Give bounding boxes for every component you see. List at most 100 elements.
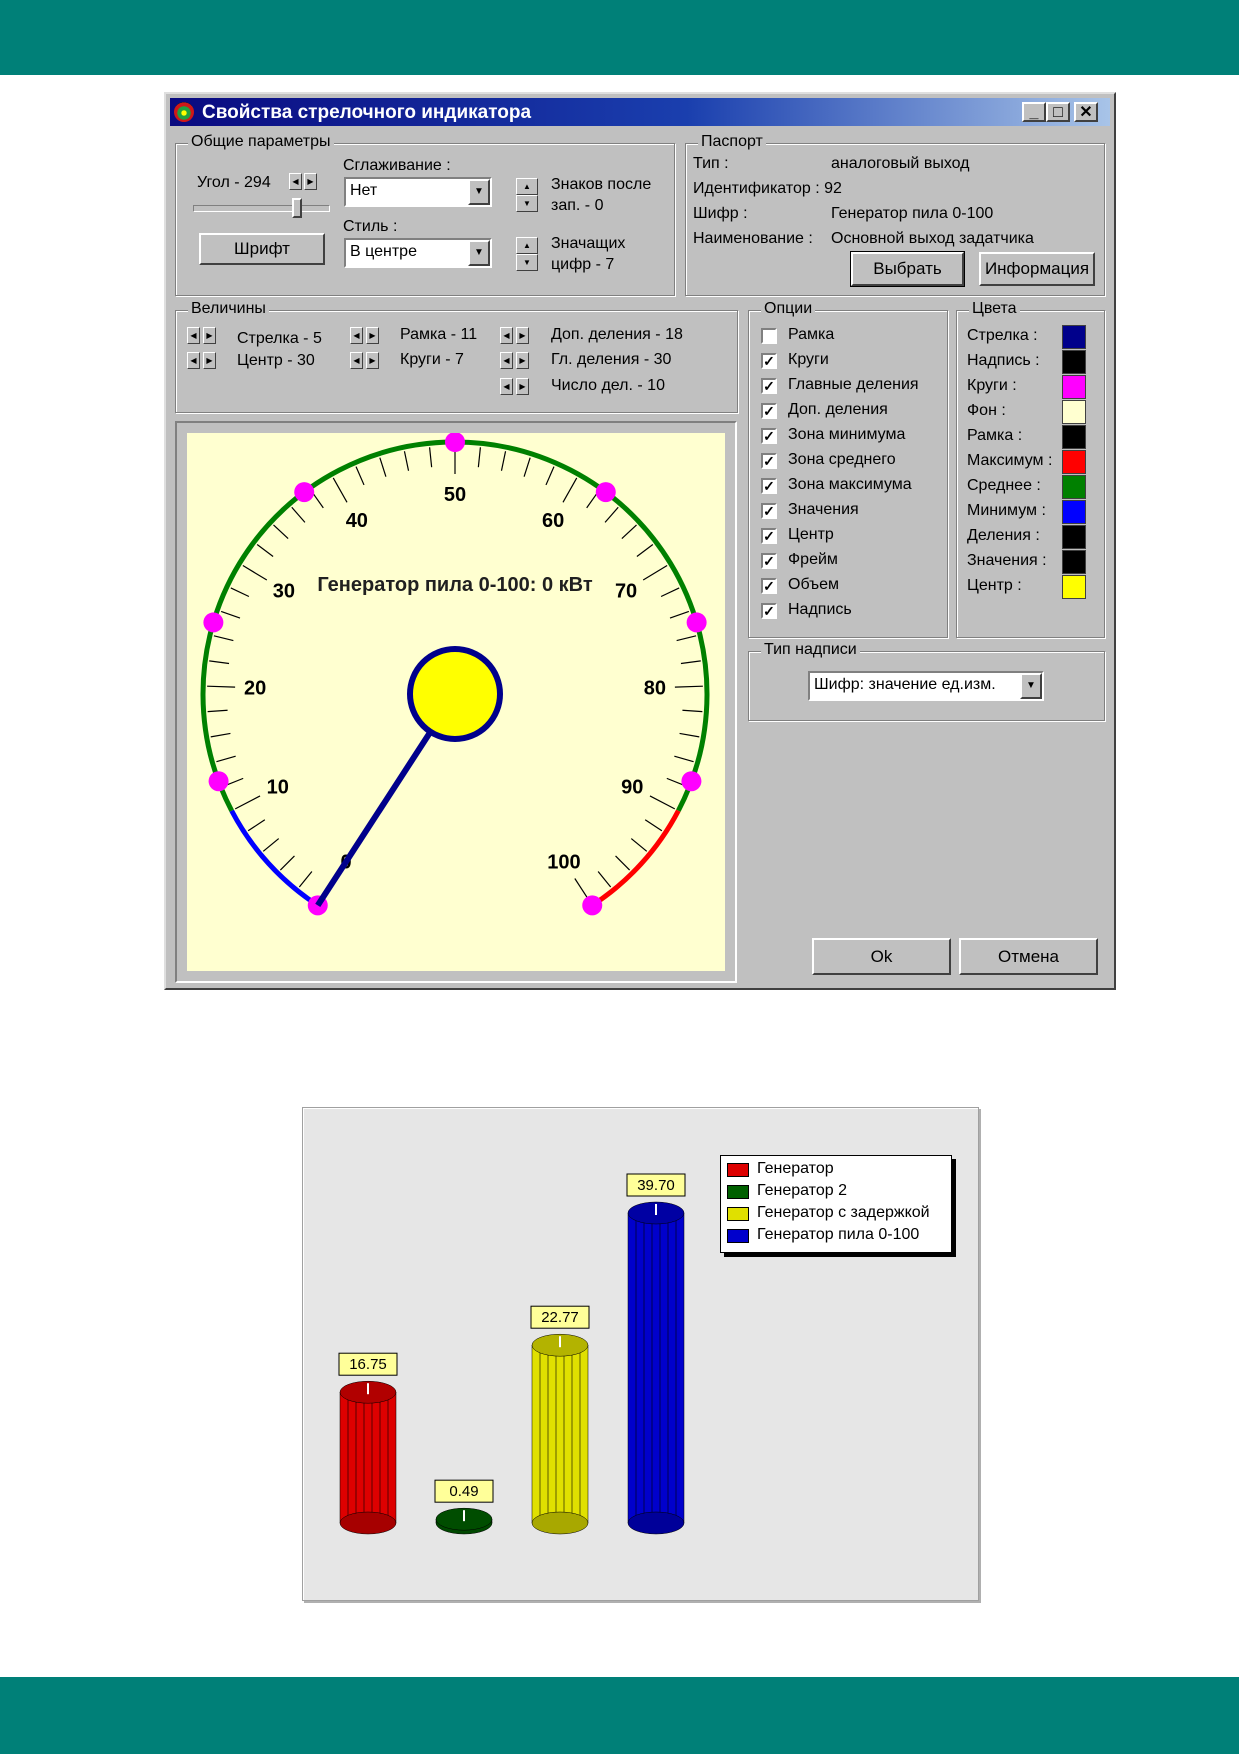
option-checkbox[interactable]: ✓	[761, 403, 777, 419]
name-value: Основной выход задатчика	[831, 230, 1034, 247]
option-checkbox[interactable]: ✓	[761, 528, 777, 544]
color-swatch[interactable]	[1062, 350, 1086, 374]
center-size-dec[interactable]: ◀	[187, 352, 200, 369]
angle-inc-button[interactable]: ▶	[304, 173, 317, 190]
legend-label: Генератор	[757, 1160, 834, 1177]
legend-swatch	[727, 1229, 749, 1243]
chevron-down-icon[interactable]: ▼	[468, 240, 490, 266]
ok-button[interactable]: Ok	[812, 938, 951, 975]
style-value: В центре	[350, 243, 417, 260]
color-swatch[interactable]	[1062, 525, 1086, 549]
chevron-down-icon[interactable]: ▼	[468, 179, 490, 205]
angle-slider-track[interactable]	[193, 205, 330, 212]
style-select[interactable]: В центре ▼	[344, 238, 492, 268]
option-checkbox[interactable]: ✓	[761, 503, 777, 519]
circles-size-label: Круги - 7	[400, 351, 464, 368]
gauge-tick-label: 90	[621, 777, 643, 799]
frame-size-inc[interactable]: ▶	[366, 327, 379, 344]
gauge-tick-label: 70	[615, 580, 637, 602]
close-button[interactable]: ✕	[1074, 102, 1098, 122]
color-swatch[interactable]	[1062, 450, 1086, 474]
gauge-tick-label: 100	[547, 852, 580, 874]
color-swatch[interactable]	[1062, 475, 1086, 499]
arrow-size-dec[interactable]: ◀	[187, 327, 200, 344]
gauge-circle-marker	[203, 612, 224, 633]
option-checkbox[interactable]: ✓	[761, 428, 777, 444]
option-checkbox[interactable]: ✓	[761, 453, 777, 469]
gauge-tick-label: 30	[273, 580, 295, 602]
color-label: Среднее :	[967, 477, 1041, 494]
smoothing-label: Сглаживание :	[343, 157, 451, 174]
minor-div-inc[interactable]: ▶	[516, 327, 529, 344]
option-checkbox[interactable]: ✓	[761, 553, 777, 569]
general-params-title: Общие параметры	[188, 133, 334, 151]
legend-label: Генератор пила 0-100	[757, 1226, 920, 1243]
type-value: аналоговый выход	[831, 155, 970, 172]
color-label: Стрелка :	[967, 327, 1038, 344]
option-checkbox[interactable]: ✓	[761, 578, 777, 594]
option-checkbox[interactable]: ✓	[761, 378, 777, 394]
cipher-value: Генератор пила 0-100	[831, 205, 994, 222]
angle-dec-button[interactable]: ◀	[289, 173, 302, 190]
option-checkbox[interactable]: ✓	[761, 478, 777, 494]
color-swatch[interactable]	[1062, 375, 1086, 399]
circles-size-inc[interactable]: ▶	[366, 352, 379, 369]
arrow-size-inc[interactable]: ▶	[203, 327, 216, 344]
color-swatch[interactable]	[1062, 575, 1086, 599]
color-label: Деления :	[967, 527, 1040, 544]
chevron-down-icon[interactable]: ▼	[1020, 673, 1042, 699]
gauge-circle-marker	[681, 771, 702, 792]
significant-up-button[interactable]: ▲	[516, 237, 538, 254]
legend-swatch	[727, 1185, 749, 1199]
option-label: Фрейм	[788, 551, 838, 568]
option-label: Зона среднего	[788, 451, 896, 468]
gauge-circle-marker	[582, 895, 603, 916]
legend-swatch	[727, 1207, 749, 1221]
color-label: Максимум :	[967, 452, 1053, 469]
major-div-label: Гл. деления - 30	[551, 351, 672, 368]
option-checkbox[interactable]	[761, 328, 777, 344]
color-swatch[interactable]	[1062, 400, 1086, 424]
passport-title: Паспорт	[698, 133, 766, 151]
decimals-down-button[interactable]: ▼	[516, 195, 538, 212]
major-div-dec[interactable]: ◀	[500, 352, 513, 369]
gauge-circle-marker	[595, 482, 616, 503]
color-label: Фон :	[967, 402, 1006, 419]
font-button[interactable]: Шрифт	[199, 233, 325, 265]
color-label: Минимум :	[967, 502, 1046, 519]
minor-div-dec[interactable]: ◀	[500, 327, 513, 344]
major-div-inc[interactable]: ▶	[516, 352, 529, 369]
option-label: Рамка	[788, 326, 835, 343]
title-bar[interactable]: Свойства стрелочного индикатора _ □ ✕	[170, 98, 1110, 126]
colors-title: Цвета	[969, 300, 1020, 318]
option-checkbox[interactable]: ✓	[761, 353, 777, 369]
circles-size-dec[interactable]: ◀	[350, 352, 363, 369]
color-swatch[interactable]	[1062, 325, 1086, 349]
option-checkbox[interactable]: ✓	[761, 603, 777, 619]
gauge-tick-label: 60	[542, 510, 564, 532]
label-type-value: Шифр: значение ед.изм.	[814, 676, 996, 693]
bar-value-label: 22.77	[541, 1309, 579, 1326]
info-button[interactable]: Информация	[979, 252, 1095, 286]
gauge-tick-label: 10	[267, 777, 289, 799]
maximize-button[interactable]: □	[1046, 102, 1070, 122]
color-label: Рамка :	[967, 427, 1023, 444]
div-count-inc[interactable]: ▶	[516, 378, 529, 395]
center-size-inc[interactable]: ▶	[203, 352, 216, 369]
window-title: Свойства стрелочного индикатора	[202, 102, 532, 123]
minimize-button[interactable]: _	[1022, 102, 1046, 122]
color-swatch[interactable]	[1062, 500, 1086, 524]
label-type-title: Тип надписи	[761, 641, 860, 659]
select-button[interactable]: Выбрать	[850, 251, 965, 287]
frame-size-dec[interactable]: ◀	[350, 327, 363, 344]
significant-down-button[interactable]: ▼	[516, 254, 538, 271]
color-swatch[interactable]	[1062, 550, 1086, 574]
smoothing-select[interactable]: Нет ▼	[344, 177, 492, 207]
name-label: Наименование :	[693, 230, 813, 247]
label-type-select[interactable]: Шифр: значение ед.изм. ▼	[808, 671, 1044, 701]
cancel-button[interactable]: Отмена	[959, 938, 1098, 975]
angle-slider-thumb[interactable]	[292, 198, 302, 218]
decimals-up-button[interactable]: ▲	[516, 178, 538, 195]
div-count-dec[interactable]: ◀	[500, 378, 513, 395]
color-swatch[interactable]	[1062, 425, 1086, 449]
